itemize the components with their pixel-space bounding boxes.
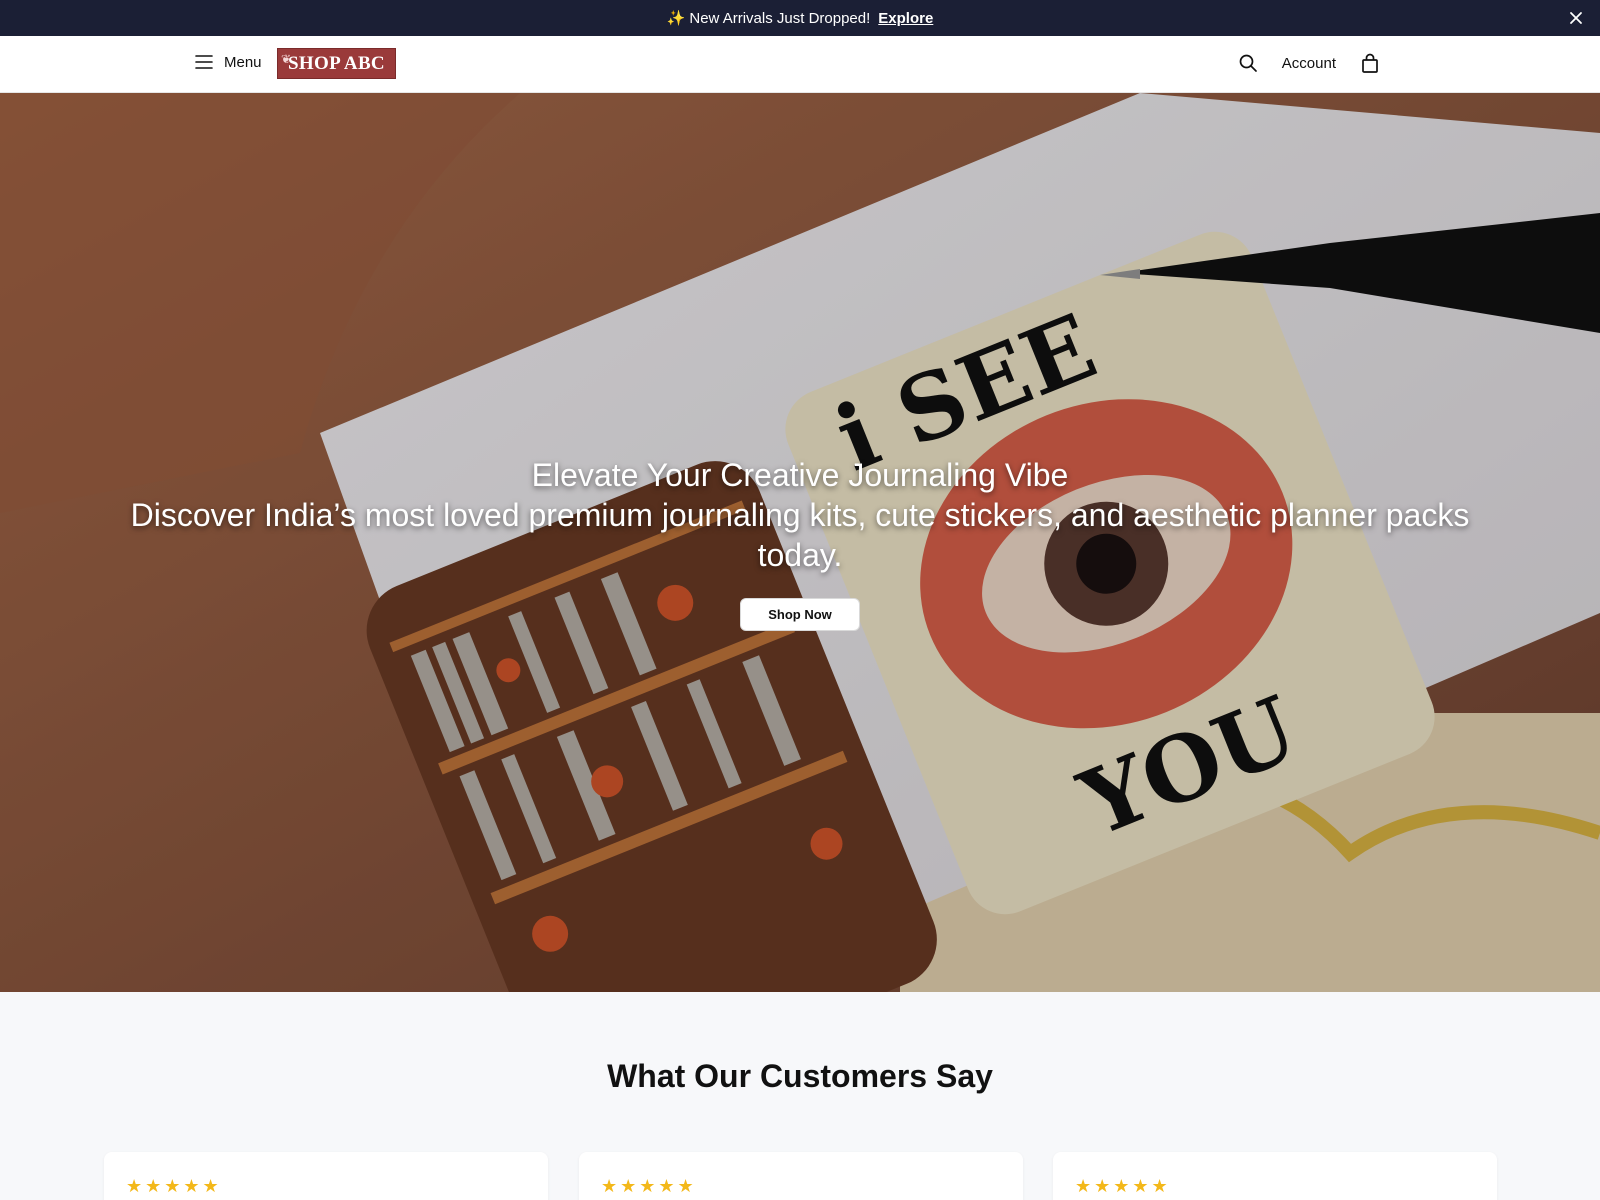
bag-icon: [1362, 53, 1378, 73]
search-icon: [1239, 54, 1257, 72]
announcement-bar: ✨ New Arrivals Just Dropped! Explore: [0, 0, 1600, 36]
sparkle-icon: ✨: [666, 10, 686, 27]
star-rating: ★★★★★: [601, 1176, 697, 1196]
hero-subtitle: Discover India’s most loved premium jour…: [130, 497, 1470, 573]
site-header: Menu ❦ SHOP ABC Account: [0, 36, 1600, 93]
testimonial-card: ★★★★★: [1053, 1152, 1497, 1200]
testimonial-card: ★★★★★: [104, 1152, 548, 1200]
star-rating: ★★★★★: [126, 1176, 222, 1196]
menu-button[interactable]: Menu: [194, 52, 262, 72]
logo-flourish-icon: ❦: [281, 52, 292, 66]
account-link[interactable]: Account: [1282, 55, 1336, 72]
testimonials-title: What Our Customers Say: [607, 1058, 993, 1094]
explore-link[interactable]: Explore: [878, 10, 933, 27]
cart-button[interactable]: [1358, 51, 1382, 75]
testimonials-section: What Our Customers Say ★★★★★ ★★★★★ ★★★★★: [0, 992, 1600, 1200]
hero-text: Elevate Your Creative Journaling Vibe Di…: [0, 455, 1600, 575]
header-actions: Account: [1236, 51, 1382, 75]
close-announcement-button[interactable]: [1566, 8, 1586, 28]
search-button[interactable]: [1236, 51, 1260, 75]
star-rating: ★★★★★: [1075, 1176, 1171, 1196]
logo-text: SHOP ABC: [288, 52, 385, 74]
menu-label: Menu: [224, 53, 262, 71]
testimonial-card: ★★★★★: [579, 1152, 1023, 1200]
hero-banner: i SEE YOU Elevate Your Creative Journali…: [0, 93, 1600, 992]
hero-title: Elevate Your Creative Journaling Vibe: [531, 457, 1069, 493]
announcement-text: New Arrivals Just Dropped!: [689, 9, 871, 27]
shop-now-button[interactable]: Shop Now: [740, 598, 860, 631]
shop-logo[interactable]: ❦ SHOP ABC: [277, 48, 396, 79]
hamburger-icon: [195, 55, 213, 69]
close-icon: [1570, 12, 1582, 24]
